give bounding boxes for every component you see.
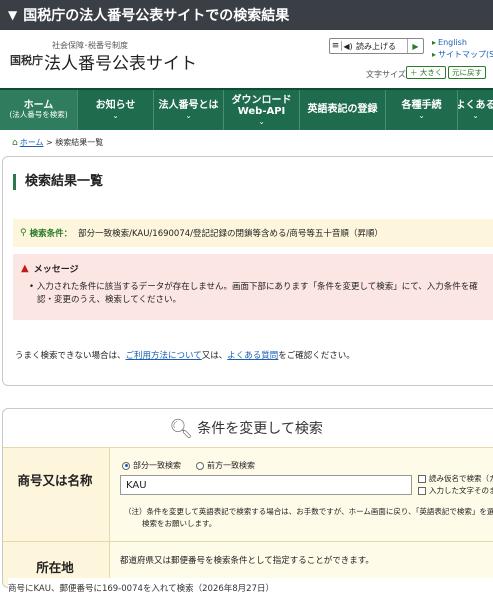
screenshot-caption: 商号にKAU、郵便番号に169-0074を入れて検索（2026年8月27日） bbox=[8, 578, 493, 600]
checkbox-kana-label[interactable]: 読み仮名で検索（カ bbox=[429, 473, 493, 484]
arrow-right-icon: ▸ bbox=[432, 50, 437, 59]
nav-item-faq[interactable]: よくある ⌄ bbox=[458, 90, 493, 130]
radio-prefix-label[interactable]: 前方一致検索 bbox=[207, 460, 255, 471]
nav-item-label[interactable]: 各種手続 bbox=[402, 100, 442, 112]
help-suffix: をご確認ください。 bbox=[278, 351, 355, 361]
search-condition-box: ⚲ 検索条件： 部分一致検索/KAU/1690074/登記記録の閉鎖等含める/商… bbox=[13, 219, 493, 247]
banner-title: 国税庁の法人番号公表サイトでの検索結果 bbox=[23, 8, 290, 24]
font-size-label: 文字サイズ bbox=[366, 70, 406, 79]
global-nav: ホーム (法人番号を検索) お知らせ ⌄ 法人番号とは ⌄ ダウンロード Web… bbox=[0, 88, 493, 130]
name-row: 商号又は名称 部分一致検索 前方一致検索 KAU 読み仮名で検索（カ 入力した文… bbox=[3, 447, 493, 541]
note-line: 検索をお願いします。 bbox=[142, 519, 217, 528]
checkbox-icon[interactable] bbox=[418, 486, 426, 495]
radio-selected-icon[interactable] bbox=[122, 461, 130, 470]
sitemap-link-label[interactable]: サイトマップ(S) bbox=[438, 50, 493, 59]
location-label: 所在地 bbox=[36, 560, 74, 575]
location-text: 都道府県又は郵便番号を検索条件として指定することができます。 bbox=[120, 556, 374, 566]
chevron-down-icon: ⌄ bbox=[185, 111, 192, 120]
message-line: 入力された条件に該当するデータが存在しません。画面下部にあります「条件を変更して… bbox=[36, 282, 478, 292]
nav-item-home[interactable]: ホーム (法人番号を検索) bbox=[0, 90, 78, 130]
checkbox-kana[interactable]: 読み仮名で検索（カ bbox=[418, 473, 493, 484]
read-aloud-label[interactable]: 読み上げる bbox=[354, 41, 407, 52]
menu-icon[interactable]: ≡ bbox=[330, 41, 342, 51]
nav-item-download[interactable]: ダウンロード Web-API ⌄ bbox=[224, 90, 300, 130]
nav-item-sublabel[interactable]: Web-API bbox=[238, 106, 286, 118]
modify-search-card: 🔍︎ 条件を変更して検索 商号又は名称 部分一致検索 前方一致検索 KAU 読み… bbox=[2, 408, 493, 588]
site-logo-title[interactable]: 法人番号公表サイト bbox=[44, 49, 197, 74]
radio-partial-label[interactable]: 部分一致検索 bbox=[133, 460, 181, 471]
checkbox-icon[interactable] bbox=[418, 474, 426, 483]
logo-org: 国税庁 bbox=[10, 54, 43, 67]
search-icon: ⚲ bbox=[20, 228, 27, 238]
font-bigger-button[interactable]: ＋ 大きく bbox=[406, 66, 447, 79]
modify-search-heading[interactable]: 🔍︎ 条件を変更して検索 bbox=[3, 409, 493, 447]
font-reset-button[interactable]: 元に戻す bbox=[448, 66, 486, 79]
warning-icon: ▲ bbox=[21, 263, 29, 274]
note-line: （注）条件を変更して英語表記で検索する場合は、お手数ですが、ホーム画面に戻り、「… bbox=[124, 507, 493, 516]
chevron-down-icon: ⌄ bbox=[258, 117, 265, 126]
arrow-right-icon: ▸ bbox=[432, 38, 437, 47]
result-card: 検索結果一覧 ⚲ 検索条件： 部分一致検索/KAU/1690074/登記記録の閉… bbox=[2, 156, 493, 386]
site-header: 社会保障･税番号制度 国税庁 法人番号公表サイト ≡ ◀) 読み上げる ▶ ▸ E… bbox=[0, 30, 493, 88]
home-icon: ⌂ bbox=[12, 138, 18, 148]
modify-search-heading-label[interactable]: 条件を変更して検索 bbox=[197, 418, 323, 438]
nav-item-procedures[interactable]: 各種手続 ⌄ bbox=[386, 90, 458, 130]
font-bigger-label[interactable]: 大きく bbox=[420, 67, 443, 78]
nav-item-label[interactable]: 英語表記の登録 bbox=[308, 104, 378, 116]
english-link-label[interactable]: English bbox=[438, 38, 467, 47]
faq-link[interactable]: よくある質問 bbox=[227, 351, 278, 361]
page-banner: ▼ 国税庁の法人番号公表サイトでの検索結果 bbox=[0, 0, 493, 30]
condition-text: 部分一致検索/KAU/1690074/登記記録の閉鎖等含める/商号等五十音順（昇… bbox=[78, 229, 383, 239]
nav-item-label[interactable]: お知らせ bbox=[96, 100, 136, 112]
help-mid: 又は、 bbox=[201, 351, 228, 361]
search-icon: 🔍︎ bbox=[169, 417, 194, 440]
radio-partial-match[interactable]: 部分一致検索 bbox=[122, 460, 181, 471]
chevron-down-icon: ⌄ bbox=[472, 111, 479, 120]
english-link[interactable]: ▸ English bbox=[432, 38, 467, 47]
font-reset-label[interactable]: 元に戻す bbox=[452, 67, 482, 78]
chevron-down-icon: ⌄ bbox=[112, 111, 119, 120]
breadcrumb-separator: > bbox=[46, 138, 56, 147]
radio-prefix-match[interactable]: 前方一致検索 bbox=[196, 460, 255, 471]
plus-icon: ＋ bbox=[410, 68, 418, 77]
condition-label: 検索条件： bbox=[29, 229, 73, 239]
nav-item-label[interactable]: ダウンロード bbox=[232, 95, 292, 107]
breadcrumb: ⌂ ホーム > 検索結果一覧 bbox=[12, 137, 103, 148]
nav-item-about[interactable]: 法人番号とは ⌄ bbox=[154, 90, 224, 130]
nav-item-label[interactable]: 法人番号とは bbox=[159, 100, 219, 112]
message-title: メッセージ bbox=[33, 265, 79, 275]
page-title: 検索結果一覧 bbox=[13, 174, 103, 190]
speaker-icon: ◀) bbox=[343, 41, 353, 51]
usage-guide-link[interactable]: ご利用方法について bbox=[126, 351, 202, 361]
help-text: うまく検索できない場合は、ご利用方法について又は、よくある質問をご確認ください。 bbox=[15, 349, 355, 361]
help-prefix: うまく検索できない場合は、 bbox=[15, 351, 126, 361]
collapse-triangle-icon[interactable]: ▼ bbox=[8, 8, 17, 22]
name-note: （注）条件を変更して英語表記で検索する場合は、お手数ですが、ホーム画面に戻り、「… bbox=[124, 506, 493, 530]
message-body: • 入力された条件に該当するデータが存在しません。画面下部にあります「条件を変更… bbox=[29, 282, 478, 306]
name-input[interactable]: KAU bbox=[120, 475, 412, 495]
play-icon[interactable]: ▶ bbox=[407, 39, 423, 53]
name-label: 商号又は名称 bbox=[17, 473, 93, 488]
read-aloud-widget[interactable]: ≡ ◀) 読み上げる ▶ bbox=[329, 38, 424, 54]
nav-item-sublabel[interactable]: (法人番号を検索) bbox=[9, 111, 67, 120]
breadcrumb-home-link[interactable]: ホーム bbox=[20, 138, 44, 147]
chevron-down-icon: ⌄ bbox=[418, 111, 425, 120]
nav-item-english[interactable]: 英語表記の登録 bbox=[300, 90, 386, 130]
nav-item-news[interactable]: お知らせ ⌄ bbox=[78, 90, 154, 130]
breadcrumb-current: 検索結果一覧 bbox=[55, 138, 104, 147]
checkbox-exact-label[interactable]: 入力した文字そのま bbox=[429, 485, 493, 496]
nav-item-label[interactable]: よくある bbox=[458, 100, 493, 112]
name-field-area: 部分一致検索 前方一致検索 KAU 読み仮名で検索（カ 入力した文字そのま （注… bbox=[109, 448, 493, 541]
radio-unselected-icon[interactable] bbox=[196, 461, 204, 470]
message-box: ▲ メッセージ • 入力された条件に該当するデータが存在しません。画面下部にありま… bbox=[13, 254, 493, 320]
checkbox-exact[interactable]: 入力した文字そのま bbox=[418, 485, 493, 496]
name-input-value[interactable]: KAU bbox=[126, 480, 147, 491]
message-line: 認・変更のうえ、検索してください。 bbox=[37, 295, 181, 306]
sitemap-link[interactable]: ▸ サイトマップ(S) bbox=[432, 49, 493, 60]
